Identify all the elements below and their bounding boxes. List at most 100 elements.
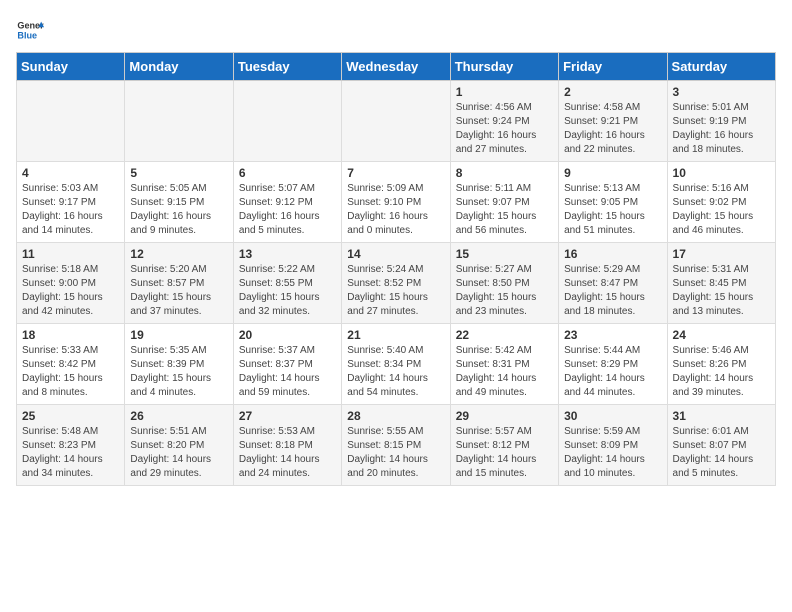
calendar-cell: 9 Sunrise: 5:13 AM Sunset: 9:05 PM Daylig… — [559, 162, 667, 243]
logo: General Blue — [16, 16, 44, 44]
day-number: 26 — [130, 409, 227, 423]
day-details: Sunrise: 5:57 AM Sunset: 8:12 PM Dayligh… — [456, 425, 553, 481]
week-row-5: 25 Sunrise: 5:48 AM Sunset: 8:23 PM Dayli… — [17, 405, 776, 486]
day-number: 16 — [564, 247, 661, 261]
day-number: 8 — [456, 166, 553, 180]
day-number: 20 — [239, 328, 336, 342]
calendar-cell: 29 Sunrise: 5:57 AM Sunset: 8:12 PM Dayli… — [450, 405, 558, 486]
day-number: 29 — [456, 409, 553, 423]
day-number: 9 — [564, 166, 661, 180]
calendar-cell: 28 Sunrise: 5:55 AM Sunset: 8:15 PM Dayli… — [342, 405, 450, 486]
day-details: Sunrise: 4:56 AM Sunset: 9:24 PM Dayligh… — [456, 101, 553, 157]
day-header-tuesday: Tuesday — [233, 53, 341, 81]
calendar-cell: 7 Sunrise: 5:09 AM Sunset: 9:10 PM Daylig… — [342, 162, 450, 243]
day-number: 27 — [239, 409, 336, 423]
day-details: Sunrise: 5:53 AM Sunset: 8:18 PM Dayligh… — [239, 425, 336, 481]
day-details: Sunrise: 5:51 AM Sunset: 8:20 PM Dayligh… — [130, 425, 227, 481]
day-number: 17 — [673, 247, 770, 261]
day-header-sunday: Sunday — [17, 53, 125, 81]
week-row-4: 18Sunrise: 5:33 AM Sunset: 8:42 PM Dayli… — [17, 324, 776, 405]
day-details: Sunrise: 5:37 AM Sunset: 8:37 PM Dayligh… — [239, 344, 336, 400]
day-number: 25 — [22, 409, 119, 423]
day-details: Sunrise: 5:29 AM Sunset: 8:47 PM Dayligh… — [564, 263, 661, 319]
calendar-cell — [125, 81, 233, 162]
calendar-cell: 2 Sunrise: 4:58 AM Sunset: 9:21 PM Daylig… — [559, 81, 667, 162]
day-number: 7 — [347, 166, 444, 180]
day-number: 10 — [673, 166, 770, 180]
svg-text:Blue: Blue — [17, 30, 37, 40]
day-number: 19 — [130, 328, 227, 342]
day-details: Sunrise: 5:07 AM Sunset: 9:12 PM Dayligh… — [239, 182, 336, 238]
day-details: Sunrise: 5:24 AM Sunset: 8:52 PM Dayligh… — [347, 263, 444, 319]
calendar-cell: 10Sunrise: 5:16 AM Sunset: 9:02 PM Dayli… — [667, 162, 775, 243]
day-details: Sunrise: 5:27 AM Sunset: 8:50 PM Dayligh… — [456, 263, 553, 319]
calendar-cell: 16 Sunrise: 5:29 AM Sunset: 8:47 PM Dayli… — [559, 243, 667, 324]
days-header-row: SundayMondayTuesdayWednesdayThursdayFrid… — [17, 53, 776, 81]
day-details: Sunrise: 5:05 AM Sunset: 9:15 PM Dayligh… — [130, 182, 227, 238]
day-number: 28 — [347, 409, 444, 423]
day-number: 24 — [673, 328, 770, 342]
day-number: 14 — [347, 247, 444, 261]
week-row-1: 1 Sunrise: 4:56 AM Sunset: 9:24 PM Daylig… — [17, 81, 776, 162]
week-row-3: 11Sunrise: 5:18 AM Sunset: 9:00 PM Dayli… — [17, 243, 776, 324]
day-details: Sunrise: 5:40 AM Sunset: 8:34 PM Dayligh… — [347, 344, 444, 400]
day-details: Sunrise: 5:20 AM Sunset: 8:57 PM Dayligh… — [130, 263, 227, 319]
day-number: 2 — [564, 85, 661, 99]
day-number: 3 — [673, 85, 770, 99]
calendar-cell: 21 Sunrise: 5:40 AM Sunset: 8:34 PM Dayli… — [342, 324, 450, 405]
calendar-cell: 15 Sunrise: 5:27 AM Sunset: 8:50 PM Dayli… — [450, 243, 558, 324]
calendar-cell: 12 Sunrise: 5:20 AM Sunset: 8:57 PM Dayli… — [125, 243, 233, 324]
day-number: 21 — [347, 328, 444, 342]
calendar-cell: 5 Sunrise: 5:05 AM Sunset: 9:15 PM Daylig… — [125, 162, 233, 243]
calendar-cell: 22 Sunrise: 5:42 AM Sunset: 8:31 PM Dayli… — [450, 324, 558, 405]
day-details: Sunrise: 5:03 AM Sunset: 9:17 PM Dayligh… — [22, 182, 119, 238]
calendar-cell: 23Sunrise: 5:44 AM Sunset: 8:29 PM Dayli… — [559, 324, 667, 405]
day-number: 1 — [456, 85, 553, 99]
day-details: Sunrise: 5:13 AM Sunset: 9:05 PM Dayligh… — [564, 182, 661, 238]
day-number: 18 — [22, 328, 119, 342]
calendar-cell: 30 Sunrise: 5:59 AM Sunset: 8:09 PM Dayli… — [559, 405, 667, 486]
day-number: 5 — [130, 166, 227, 180]
day-details: Sunrise: 5:31 AM Sunset: 8:45 PM Dayligh… — [673, 263, 770, 319]
calendar-cell: 25 Sunrise: 5:48 AM Sunset: 8:23 PM Dayli… — [17, 405, 125, 486]
day-number: 11 — [22, 247, 119, 261]
day-number: 4 — [22, 166, 119, 180]
day-number: 23 — [564, 328, 661, 342]
day-details: Sunrise: 5:01 AM Sunset: 9:19 PM Dayligh… — [673, 101, 770, 157]
calendar-cell: 19 Sunrise: 5:35 AM Sunset: 8:39 PM Dayli… — [125, 324, 233, 405]
day-details: Sunrise: 5:55 AM Sunset: 8:15 PM Dayligh… — [347, 425, 444, 481]
day-details: Sunrise: 5:11 AM Sunset: 9:07 PM Dayligh… — [456, 182, 553, 238]
calendar-cell: 6Sunrise: 5:07 AM Sunset: 9:12 PM Daylig… — [233, 162, 341, 243]
header: General Blue — [16, 16, 776, 44]
day-details: Sunrise: 5:48 AM Sunset: 8:23 PM Dayligh… — [22, 425, 119, 481]
day-details: Sunrise: 4:58 AM Sunset: 9:21 PM Dayligh… — [564, 101, 661, 157]
calendar-cell: 24 Sunrise: 5:46 AM Sunset: 8:26 PM Dayli… — [667, 324, 775, 405]
calendar-cell: 27 Sunrise: 5:53 AM Sunset: 8:18 PM Dayli… — [233, 405, 341, 486]
calendar-cell: 31Sunrise: 6:01 AM Sunset: 8:07 PM Dayli… — [667, 405, 775, 486]
day-details: Sunrise: 5:09 AM Sunset: 9:10 PM Dayligh… — [347, 182, 444, 238]
logo-icon: General Blue — [16, 16, 44, 44]
day-details: Sunrise: 5:35 AM Sunset: 8:39 PM Dayligh… — [130, 344, 227, 400]
calendar-cell: 18Sunrise: 5:33 AM Sunset: 8:42 PM Dayli… — [17, 324, 125, 405]
day-number: 30 — [564, 409, 661, 423]
day-number: 12 — [130, 247, 227, 261]
day-details: Sunrise: 5:46 AM Sunset: 8:26 PM Dayligh… — [673, 344, 770, 400]
day-number: 15 — [456, 247, 553, 261]
day-number: 31 — [673, 409, 770, 423]
calendar-cell — [342, 81, 450, 162]
calendar-cell: 20 Sunrise: 5:37 AM Sunset: 8:37 PM Dayli… — [233, 324, 341, 405]
day-details: Sunrise: 5:22 AM Sunset: 8:55 PM Dayligh… — [239, 263, 336, 319]
day-details: Sunrise: 5:59 AM Sunset: 8:09 PM Dayligh… — [564, 425, 661, 481]
calendar-cell: 26 Sunrise: 5:51 AM Sunset: 8:20 PM Dayli… — [125, 405, 233, 486]
calendar-cell — [17, 81, 125, 162]
day-number: 13 — [239, 247, 336, 261]
day-number: 22 — [456, 328, 553, 342]
day-details: Sunrise: 5:42 AM Sunset: 8:31 PM Dayligh… — [456, 344, 553, 400]
calendar-cell: 4 Sunrise: 5:03 AM Sunset: 9:17 PM Daylig… — [17, 162, 125, 243]
calendar-table: SundayMondayTuesdayWednesdayThursdayFrid… — [16, 52, 776, 486]
calendar-cell: 3 Sunrise: 5:01 AM Sunset: 9:19 PM Daylig… — [667, 81, 775, 162]
day-header-saturday: Saturday — [667, 53, 775, 81]
day-header-friday: Friday — [559, 53, 667, 81]
day-header-thursday: Thursday — [450, 53, 558, 81]
calendar-cell: 13 Sunrise: 5:22 AM Sunset: 8:55 PM Dayli… — [233, 243, 341, 324]
